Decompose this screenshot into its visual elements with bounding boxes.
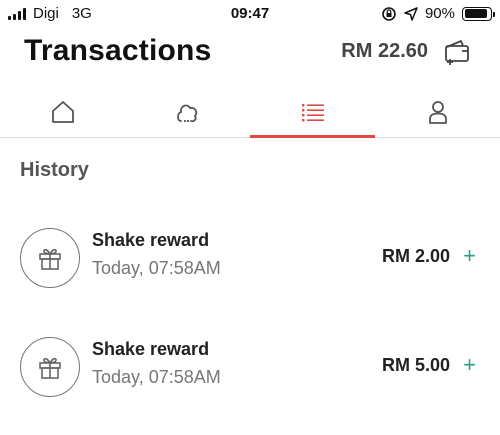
transaction-row[interactable]: Shake reward Today, 07:58AM RM 2.00 +	[0, 210, 500, 306]
location-arrow-icon	[404, 6, 418, 21]
gift-icon	[39, 357, 61, 379]
list-icon	[301, 103, 324, 121]
wallet-balance: RM 22.60	[341, 40, 428, 62]
page-title: Transactions	[24, 34, 212, 67]
credit-sign: +	[463, 352, 476, 377]
transaction-amount: RM 5.00	[381, 355, 450, 375]
transaction-time: Today, 07:58AM	[92, 258, 221, 278]
home-icon	[51, 100, 74, 123]
transaction-amount: RM 2.00	[381, 246, 450, 266]
transaction-time: Today, 07:58AM	[92, 367, 221, 387]
rewards-icon	[176, 104, 197, 122]
battery-level	[464, 9, 487, 18]
transaction-title: Shake reward	[92, 230, 210, 250]
tab-transactions[interactable]	[250, 86, 375, 138]
transaction-row[interactable]: Shake reward Today, 07:58AM RM 5.00 +	[0, 319, 500, 415]
tab-home[interactable]	[0, 86, 125, 137]
history-heading: History	[20, 159, 89, 181]
wallet-add-icon	[445, 40, 469, 65]
gift-icon-circle	[20, 337, 80, 397]
tab-profile[interactable]	[375, 86, 500, 137]
tab-bar	[0, 86, 500, 138]
status-bar: Digi 3G 09:47 90%	[0, 0, 500, 28]
gift-icon-circle	[20, 228, 80, 288]
gift-icon	[39, 248, 61, 270]
tab-rewards[interactable]	[125, 86, 250, 137]
transaction-title: Shake reward	[92, 339, 210, 359]
wallet-add-button[interactable]	[442, 37, 472, 67]
battery-percent: 90%	[424, 5, 455, 22]
status-right: 90%	[381, 5, 495, 22]
header: Transactions RM 22.60	[0, 30, 500, 78]
orientation-lock-icon	[382, 6, 396, 21]
credit-sign: +	[463, 243, 476, 268]
profile-icon	[428, 100, 447, 124]
battery-icon	[462, 6, 495, 21]
